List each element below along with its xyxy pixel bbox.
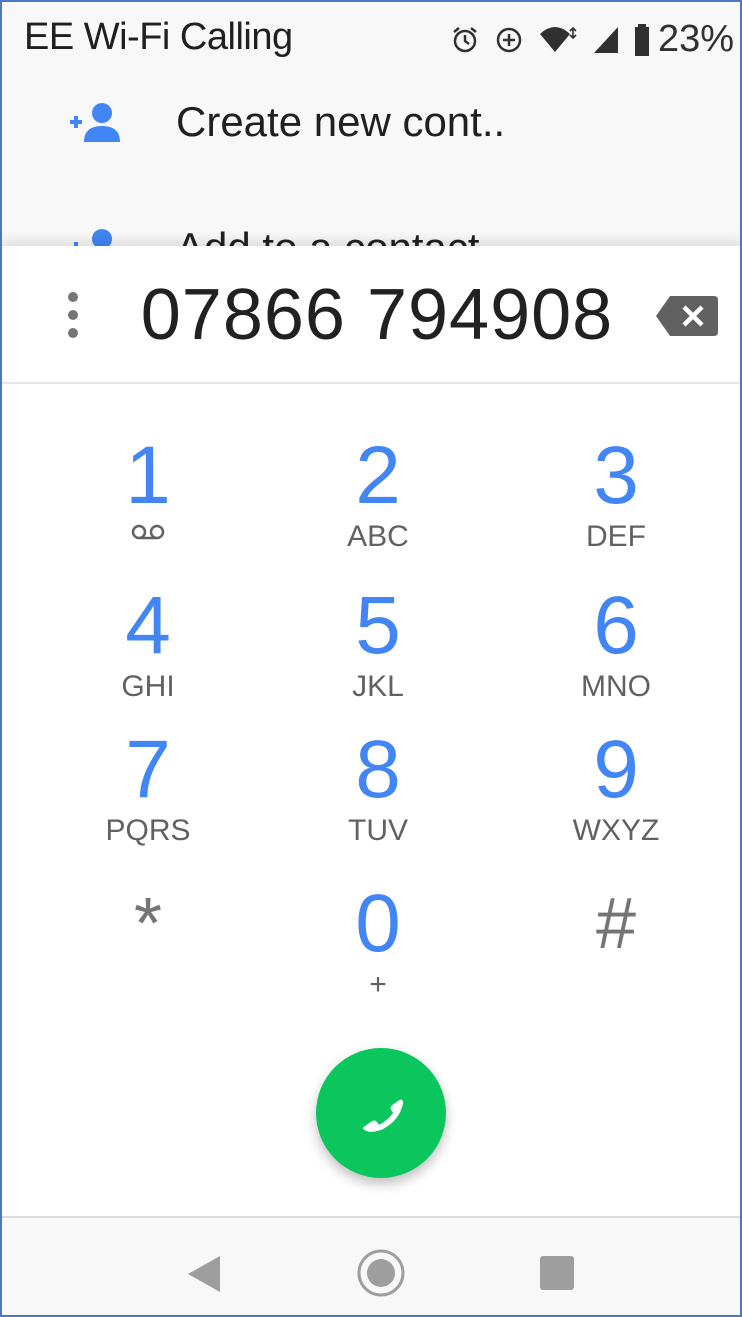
- dialed-number-row: 07866 794908: [2, 246, 740, 384]
- phone-screen: EE Wi-Fi Calling 23% Create new cont.. 0…: [0, 0, 742, 1317]
- key-2[interactable]: 2 ABC: [278, 384, 478, 554]
- dialpad-sheet: 07866 794908 1 2 ABC 3 DEF 4 GHI 5 JKL 6…: [2, 246, 740, 1218]
- wifi-icon: [539, 26, 577, 52]
- key-4[interactable]: 4 GHI: [48, 534, 248, 704]
- key-5[interactable]: 5 JKL: [278, 534, 478, 704]
- key-6[interactable]: 6 MNO: [516, 534, 716, 704]
- add-contact-icon: [70, 229, 112, 246]
- key-digit: #: [595, 884, 637, 964]
- navigation-bar: [2, 1216, 740, 1315]
- key-digit: 3: [593, 430, 639, 521]
- phone-icon: [362, 1099, 404, 1132]
- recents-icon[interactable]: [540, 1256, 574, 1290]
- battery-icon: [634, 23, 649, 56]
- key-digit: 6: [593, 580, 639, 671]
- key-digit: 0: [355, 878, 401, 969]
- key-digit: *: [133, 884, 163, 964]
- data-saver-icon: [496, 27, 522, 52]
- key-3[interactable]: 3 DEF: [516, 384, 716, 554]
- backspace-icon[interactable]: [656, 296, 718, 336]
- contact-suggestions: Create new cont.. Add to a contact: [2, 74, 740, 246]
- back-icon[interactable]: [186, 1254, 222, 1294]
- create-new-contact-item[interactable]: Create new cont..: [2, 74, 740, 180]
- key-letters: +: [369, 968, 387, 1001]
- suggestion-label: Add to a contact: [176, 224, 480, 246]
- key-digit: 9: [593, 724, 639, 815]
- key-1[interactable]: 1: [48, 384, 248, 540]
- key-hash[interactable]: #: [516, 832, 716, 982]
- key-7[interactable]: 7 PQRS: [48, 678, 248, 848]
- key-digit: 5: [355, 580, 401, 671]
- key-digit: 4: [125, 580, 171, 671]
- key-0[interactable]: 0 +: [278, 832, 478, 1002]
- alarm-icon: [453, 26, 477, 52]
- key-digit: 7: [125, 724, 171, 815]
- carrier-label: EE Wi-Fi Calling: [24, 16, 293, 58]
- status-bar: EE Wi-Fi Calling 23%: [2, 2, 740, 74]
- add-to-contact-item[interactable]: Add to a contact: [2, 200, 740, 246]
- key-9[interactable]: 9 WXYZ: [516, 678, 716, 848]
- battery-percent: 23%: [657, 18, 734, 60]
- status-icons: 23%: [450, 18, 734, 61]
- suggestion-label: Create new cont..: [176, 98, 506, 145]
- key-star[interactable]: *: [48, 832, 248, 982]
- key-8[interactable]: 8 TUV: [278, 678, 478, 848]
- key-digit: 1: [125, 430, 171, 521]
- key-digit: 2: [355, 430, 401, 521]
- call-button[interactable]: [316, 1048, 446, 1178]
- dialed-number[interactable]: 07866 794908: [122, 274, 632, 356]
- key-digit: 8: [355, 724, 401, 815]
- home-icon[interactable]: [356, 1248, 406, 1298]
- more-vert-icon[interactable]: [54, 290, 94, 342]
- add-contact-icon: [70, 103, 120, 142]
- signal-icon: [593, 26, 618, 53]
